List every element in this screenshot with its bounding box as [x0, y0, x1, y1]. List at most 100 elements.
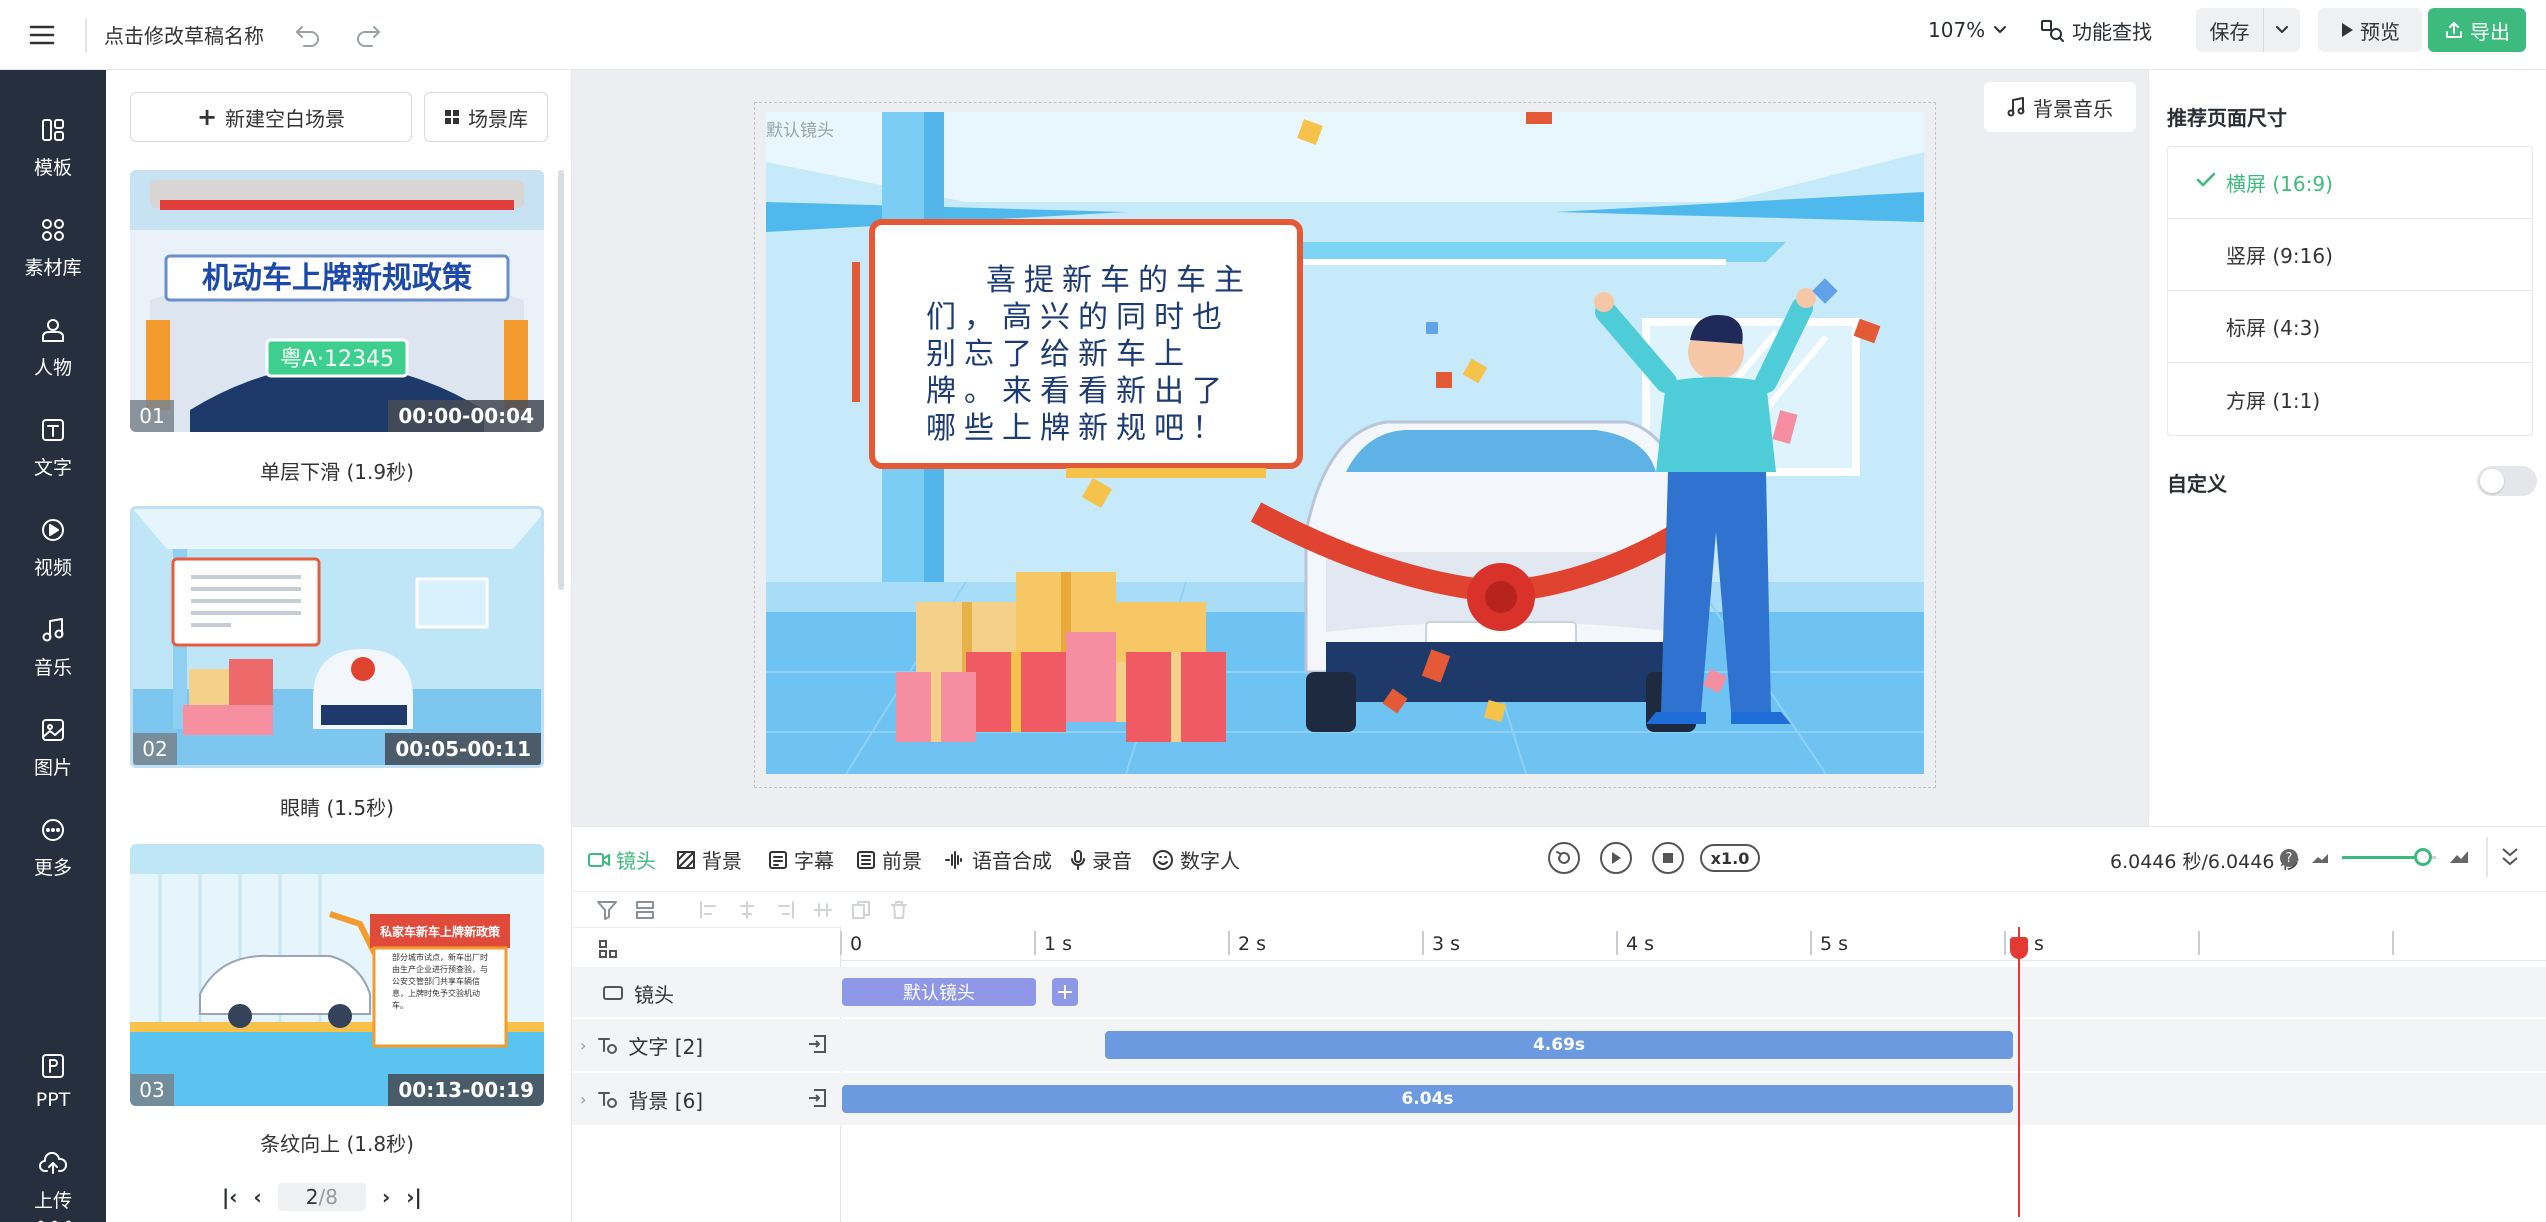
- scene-card-03[interactable]: 私家车新车上牌新政策 部分城市试点，新车出厂时由生产企业进行预查验，与公安交管部…: [130, 844, 544, 1106]
- page-total: /8: [318, 1185, 338, 1209]
- nav-item-library[interactable]: 素材库: [0, 202, 106, 294]
- copy-icon[interactable]: [850, 899, 872, 921]
- stop-button[interactable]: [1652, 842, 1684, 874]
- nav-label: 视频: [33, 556, 72, 579]
- tab-digital-human[interactable]: 数字人: [1152, 845, 1240, 874]
- zoom-in-icon[interactable]: [2448, 847, 2470, 865]
- size-option-standard[interactable]: 标屏 (4:3): [2168, 291, 2532, 363]
- scrollbar[interactable]: [558, 170, 564, 590]
- nav-item-music[interactable]: 音乐: [0, 602, 106, 694]
- scene-bubble-text: 部分城市试点，新车出厂时由生产企业进行预查验，与公安交管部门共享车辆信息，上牌时…: [392, 953, 488, 1010]
- tab-shot[interactable]: 镜头: [588, 845, 656, 874]
- scene-card-01[interactable]: 机动车上牌新规政策 粤A·12345 01 00:00-00:04: [130, 170, 544, 432]
- size-label: 横屏 (16:9): [2226, 172, 2333, 196]
- bgm-button[interactable]: 背景音乐: [1984, 82, 2136, 132]
- align-center-icon[interactable]: [736, 899, 758, 921]
- time-ruler[interactable]: [840, 927, 2546, 961]
- align-right-icon[interactable]: [774, 899, 796, 921]
- nav-item-ppt[interactable]: PPT: [0, 1036, 106, 1128]
- nav-item-video[interactable]: 视频: [0, 502, 106, 594]
- last-page-icon[interactable]: ›|: [406, 1185, 422, 1209]
- nav-item-template[interactable]: 模板: [0, 102, 106, 194]
- video-icon: [42, 518, 64, 541]
- zoom-out-icon[interactable]: [2310, 849, 2330, 865]
- timeline-tools: [596, 899, 910, 921]
- size-option-landscape[interactable]: 横屏 (16:9): [2168, 147, 2532, 219]
- menu-icon[interactable]: [22, 20, 62, 50]
- next-page-icon[interactable]: ›: [382, 1185, 390, 1209]
- custom-toggle[interactable]: [2477, 466, 2537, 496]
- upload-icon: [39, 1151, 67, 1174]
- tab-tts[interactable]: 语音合成: [944, 845, 1052, 874]
- nav-label: 更多: [33, 856, 72, 879]
- foreground-icon: [857, 850, 875, 869]
- nav-item-text[interactable]: 文字: [0, 402, 106, 494]
- speech-text[interactable]: 喜提新车的车主们，高兴的同时也别忘了给新车上牌。来看看新出了哪些上牌新规吧！: [926, 262, 1266, 447]
- expand-icon[interactable]: ›: [580, 1036, 586, 1055]
- zoom-dropdown[interactable]: 107%: [1928, 18, 2007, 42]
- new-blank-scene-button[interactable]: + 新建空白场景: [130, 92, 412, 142]
- expand-icon[interactable]: ›: [580, 1090, 586, 1109]
- scene-number: 03: [130, 1074, 174, 1106]
- nav-item-upload[interactable]: 上传: [0, 1136, 106, 1222]
- tab-subtitle[interactable]: 字幕: [768, 845, 834, 874]
- scene-card-02[interactable]: 02 00:05-00:11: [130, 506, 544, 768]
- replay-button[interactable]: [1548, 842, 1580, 874]
- play-button[interactable]: [1600, 842, 1632, 874]
- plus-icon: +: [196, 103, 218, 131]
- feature-search-button[interactable]: 功能查找: [2040, 16, 2152, 45]
- filter-icon[interactable]: [596, 899, 618, 921]
- ellipsis-icon[interactable]: •••: [35, 1212, 76, 1222]
- prev-page-icon[interactable]: ‹: [254, 1185, 262, 1209]
- tab-record[interactable]: 录音: [1070, 845, 1132, 874]
- text-track-icon: [598, 1038, 618, 1054]
- size-option-square[interactable]: 方屏 (1:1): [2168, 363, 2532, 435]
- track-label-text: 文字 [2]: [628, 1034, 704, 1059]
- clip-text[interactable]: 4.69s: [1105, 1031, 2013, 1059]
- track-exit-icon[interactable]: [806, 1087, 828, 1109]
- page-indicator[interactable]: 2/8: [277, 1183, 366, 1211]
- add-shot-button[interactable]: +: [1052, 978, 1078, 1006]
- distribute-icon[interactable]: [812, 899, 834, 921]
- track-manage-icon[interactable]: [598, 939, 618, 959]
- scene-number: 02: [133, 733, 177, 765]
- scene-panel: + 新建空白场景 场景库 机动车上牌新规政策 粤A·12345 01 00:00…: [106, 70, 572, 1222]
- split-icon[interactable]: [634, 899, 656, 921]
- redo-icon[interactable]: [350, 18, 386, 52]
- collapse-icon[interactable]: [2500, 845, 2520, 869]
- undo-icon[interactable]: [290, 18, 326, 52]
- first-page-icon[interactable]: |‹: [222, 1185, 238, 1209]
- person-icon: [42, 318, 64, 342]
- nav-item-more[interactable]: 更多: [0, 802, 106, 894]
- nav-item-person[interactable]: 人物: [0, 302, 106, 394]
- scene-thumbnail: [133, 509, 541, 765]
- size-label: 标屏 (4:3): [2226, 316, 2321, 340]
- scene-illustration: 喜提新车的车主们，高兴的同时也别忘了给新车上牌。来看看新出了哪些上牌新规吧！: [766, 112, 1924, 774]
- preview-button[interactable]: 预览: [2318, 8, 2422, 52]
- nav-label: PPT: [35, 1089, 71, 1111]
- size-option-portrait[interactable]: 竖屏 (9:16): [2168, 219, 2532, 291]
- export-button[interactable]: 导出: [2428, 8, 2526, 52]
- align-left-icon[interactable]: [698, 899, 720, 921]
- time-display: 6.0446 秒/6.0446 秒: [2110, 851, 2300, 873]
- track-exit-icon[interactable]: [806, 1033, 828, 1055]
- speed-button[interactable]: x1.0: [1700, 844, 1760, 872]
- scene-library-button[interactable]: 场景库: [424, 92, 548, 142]
- draft-name[interactable]: 点击修改草稿名称: [104, 20, 264, 49]
- tab-foreground[interactable]: 前景: [856, 845, 922, 874]
- playhead-handle[interactable]: [2010, 937, 2028, 959]
- track-label-text: 背景 [6]: [628, 1088, 704, 1113]
- top-bar: 点击修改草稿名称 107% 功能查找 保存 预览 导出: [0, 0, 2546, 70]
- zoom-slider-handle[interactable]: [2414, 848, 2432, 866]
- subtitle-icon: [769, 850, 787, 869]
- help-icon[interactable]: ?: [2280, 849, 2298, 867]
- save-dropdown-button[interactable]: [2264, 25, 2300, 35]
- clip-background[interactable]: 6.04s: [842, 1085, 2013, 1113]
- background-track-icon: [598, 1092, 618, 1108]
- clip-default-shot[interactable]: 默认镜头: [842, 978, 1036, 1006]
- tab-background[interactable]: 背景: [676, 845, 742, 874]
- delete-icon[interactable]: [888, 899, 910, 921]
- scene-stage[interactable]: 喜提新车的车主们，高兴的同时也别忘了给新车上牌。来看看新出了哪些上牌新规吧！: [766, 112, 1924, 774]
- save-button[interactable]: 保存: [2197, 16, 2263, 45]
- nav-item-image[interactable]: 图片: [0, 702, 106, 794]
